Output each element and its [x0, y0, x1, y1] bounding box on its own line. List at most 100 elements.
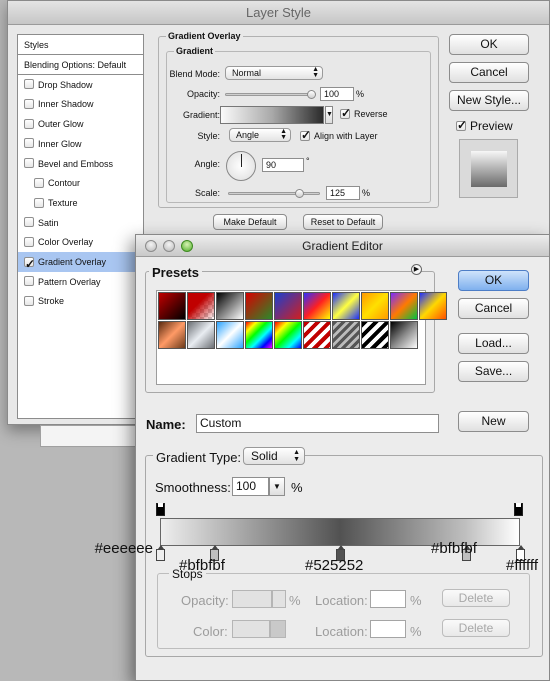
- styles-list-item[interactable]: Color Overlay: [18, 232, 143, 252]
- angle-field[interactable]: 90: [262, 158, 304, 172]
- load-button[interactable]: Load...: [458, 333, 529, 354]
- opacity-stop-right[interactable]: [514, 503, 523, 516]
- styles-list-item-label: Inner Shadow: [38, 99, 94, 110]
- align-checkbox-row[interactable]: Align with Layer: [300, 128, 378, 142]
- gradient-type-select[interactable]: Solid ▲ ▼: [243, 447, 305, 465]
- reverse-checkbox-row[interactable]: Reverse: [340, 106, 388, 120]
- delete-opacity-stop-button[interactable]: Delete: [442, 589, 510, 607]
- style-checkbox[interactable]: [24, 254, 35, 274]
- style-checkbox[interactable]: [24, 99, 34, 110]
- styles-list-item[interactable]: Contour: [18, 173, 143, 193]
- gradient-preset-swatch[interactable]: [245, 321, 273, 349]
- style-checkbox[interactable]: [24, 296, 34, 307]
- style-checkbox[interactable]: [24, 276, 34, 287]
- close-window-icon[interactable]: [145, 240, 157, 252]
- delete-color-stop-button[interactable]: Delete: [442, 619, 510, 637]
- presets-menu-icon[interactable]: ▶: [411, 264, 422, 275]
- color-stop-hex-label: #525252: [305, 557, 364, 574]
- gradient-editor-ok-button[interactable]: OK: [458, 270, 529, 291]
- stop-opacity-dropdown-icon[interactable]: [272, 590, 286, 608]
- opacity-slider-thumb[interactable]: [307, 90, 316, 99]
- scale-field[interactable]: 125: [326, 186, 360, 200]
- styles-list-item-label: Texture: [48, 197, 78, 208]
- gradient-editor-cancel-button[interactable]: Cancel: [458, 298, 529, 319]
- gradient-preset-swatch[interactable]: [419, 292, 447, 320]
- stop-color-dropdown-icon[interactable]: [270, 620, 286, 638]
- styles-list-header[interactable]: Styles: [18, 35, 143, 55]
- smoothness-field[interactable]: 100: [232, 477, 269, 496]
- save-button[interactable]: Save...: [458, 361, 529, 382]
- layer-style-ok-button[interactable]: OK: [449, 34, 529, 55]
- styles-list-item[interactable]: Outer Glow: [18, 114, 143, 134]
- styles-list-item[interactable]: Gradient Overlay: [18, 252, 143, 274]
- stop-opacity-field[interactable]: [232, 590, 272, 608]
- styles-list-item[interactable]: Inner Glow: [18, 134, 143, 154]
- reset-to-default-button[interactable]: Reset to Default: [303, 214, 383, 230]
- blend-mode-select[interactable]: Normal ▲ ▼: [225, 66, 323, 80]
- gradient-preset-swatch[interactable]: [158, 321, 186, 349]
- layer-style-titlebar: Layer Style: [8, 1, 549, 25]
- minimize-window-icon[interactable]: [163, 240, 175, 252]
- gradient-type-value: Solid: [251, 449, 278, 463]
- gradient-preset-swatch[interactable]: [216, 321, 244, 349]
- gradient-preset-swatch[interactable]: [245, 292, 273, 320]
- style-checkbox[interactable]: [34, 177, 44, 188]
- new-gradient-button[interactable]: New: [458, 411, 529, 432]
- color-stop[interactable]: [156, 545, 165, 561]
- style-checkbox[interactable]: [24, 79, 34, 90]
- reverse-checkbox[interactable]: [340, 106, 351, 120]
- gradient-preset-swatch[interactable]: [361, 292, 389, 320]
- gradient-preset-swatch[interactable]: [332, 292, 360, 320]
- gradient-preset-swatch[interactable]: [187, 292, 215, 320]
- opacity-label: Opacity:: [186, 89, 220, 99]
- styles-list-item[interactable]: Blending Options: Default: [18, 55, 143, 75]
- style-select[interactable]: Angle ▲ ▼: [229, 128, 291, 142]
- gradient-preset-swatch[interactable]: [303, 292, 331, 320]
- gradient-dropdown-icon[interactable]: ▼: [325, 106, 333, 124]
- new-style-button[interactable]: New Style...: [449, 90, 529, 111]
- angle-dial-icon[interactable]: [226, 151, 256, 181]
- styles-list-item[interactable]: Satin: [18, 213, 143, 233]
- name-field[interactable]: Custom: [196, 414, 439, 433]
- gradient-preset-swatch[interactable]: [187, 321, 215, 349]
- zoom-window-icon[interactable]: [181, 240, 193, 252]
- layer-style-cancel-button[interactable]: Cancel: [449, 62, 529, 83]
- presets-grid: [156, 290, 447, 385]
- style-checkbox[interactable]: [34, 197, 44, 208]
- styles-list-item[interactable]: Drop Shadow: [18, 75, 143, 95]
- stop-color-location-field[interactable]: [370, 620, 406, 638]
- gradient-preset-swatch[interactable]: [274, 292, 302, 320]
- styles-list-item[interactable]: Inner Shadow: [18, 94, 143, 114]
- styles-list-item[interactable]: Bevel and Emboss: [18, 154, 143, 174]
- opacity-field[interactable]: 100: [320, 87, 354, 101]
- gradient-preset-swatch[interactable]: [390, 292, 418, 320]
- opacity-stop-left[interactable]: [156, 503, 165, 516]
- gradient-preset-swatch[interactable]: [274, 321, 302, 349]
- styles-list-item[interactable]: Texture: [18, 193, 143, 213]
- gradient-preset-swatch[interactable]: [158, 292, 186, 320]
- stop-opacity-location-field[interactable]: [370, 590, 406, 608]
- style-checkbox[interactable]: [24, 236, 34, 247]
- smoothness-dropdown-icon[interactable]: ▼: [269, 477, 285, 496]
- styles-list-item-label: Drop Shadow: [38, 79, 93, 90]
- stop-color-swatch[interactable]: [232, 620, 270, 638]
- scale-slider-thumb[interactable]: [295, 189, 304, 198]
- styles-list-item[interactable]: Stroke: [18, 291, 143, 311]
- gradient-preset-swatch[interactable]: [390, 321, 418, 349]
- style-checkbox[interactable]: [24, 158, 34, 169]
- gradient-preset-swatch[interactable]: [332, 321, 360, 349]
- align-with-layer-checkbox[interactable]: [300, 128, 311, 142]
- styles-list-item[interactable]: Pattern Overlay: [18, 272, 143, 292]
- style-checkbox[interactable]: [24, 138, 34, 149]
- style-checkbox[interactable]: [24, 118, 34, 129]
- gradient-preset-swatch[interactable]: [361, 321, 389, 349]
- gradient-preset-swatch[interactable]: [303, 321, 331, 349]
- style-checkbox[interactable]: [24, 217, 34, 228]
- scale-slider[interactable]: [228, 192, 320, 195]
- gradient-preset-swatch[interactable]: [216, 292, 244, 320]
- opacity-slider[interactable]: [225, 93, 315, 96]
- gradient-preview-swatch[interactable]: [220, 106, 324, 124]
- make-default-button[interactable]: Make Default: [213, 214, 287, 230]
- preview-checkbox[interactable]: [456, 118, 467, 132]
- preview-checkbox-row[interactable]: Preview: [456, 118, 513, 133]
